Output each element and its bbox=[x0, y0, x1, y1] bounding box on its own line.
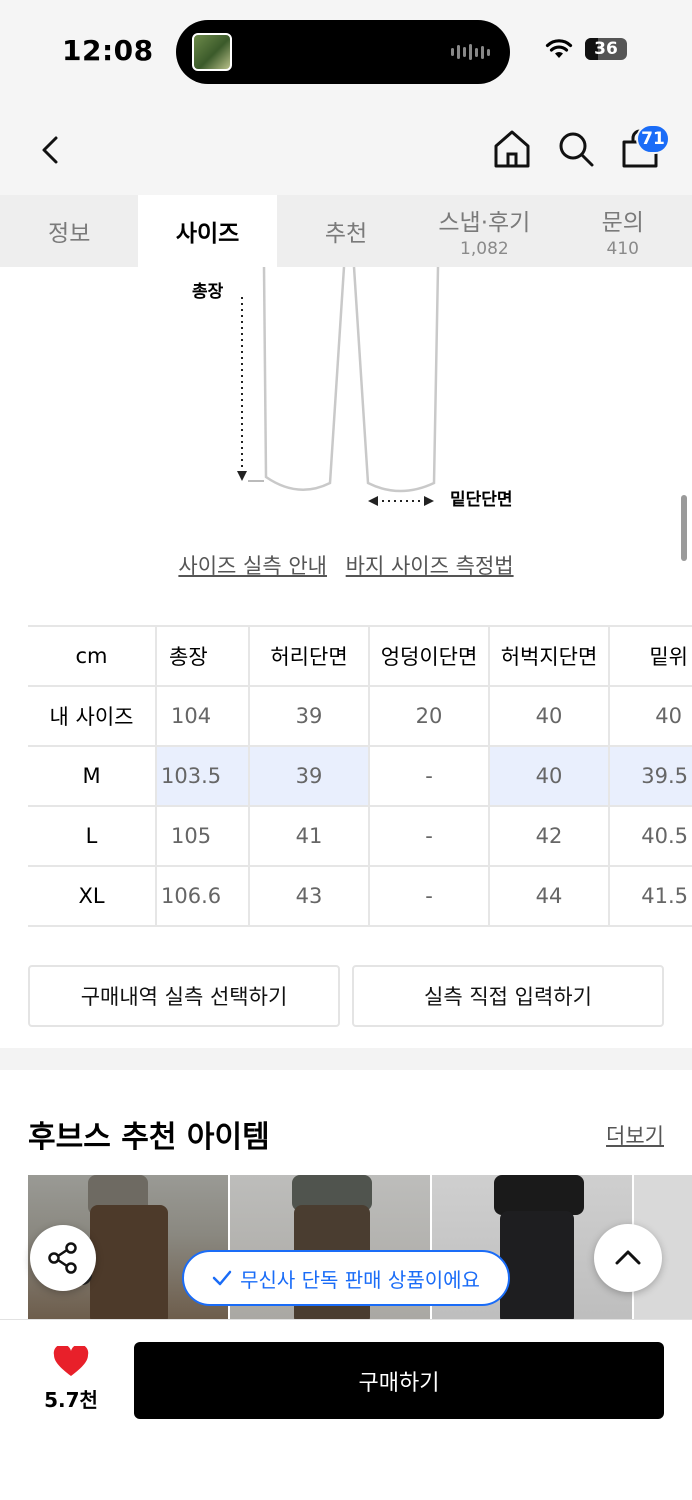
table-header-cell: 허벅지단면 bbox=[489, 625, 610, 686]
search-icon[interactable] bbox=[556, 128, 596, 170]
row-label: 내 사이즈 bbox=[28, 685, 157, 746]
section-divider bbox=[0, 1048, 692, 1070]
table-cell: 105 bbox=[156, 805, 250, 866]
back-arrow-icon[interactable] bbox=[34, 130, 68, 170]
table-cell: 104 bbox=[156, 685, 250, 746]
product-tabs: 정보 사이즈 추천 스냅·후기 1,082 문의 410 bbox=[0, 195, 692, 267]
tab-label: 사이즈 bbox=[175, 221, 240, 247]
top-nav bbox=[0, 100, 692, 195]
home-icon[interactable] bbox=[492, 128, 532, 170]
check-icon bbox=[212, 1270, 232, 1286]
tab-label: 추천 bbox=[324, 221, 368, 247]
tab-label: 정보 bbox=[48, 221, 91, 247]
scroll-to-top-button[interactable] bbox=[594, 1224, 662, 1292]
select-purchase-history-button[interactable]: 구매내역 실측 선택하기 bbox=[28, 965, 340, 1027]
purchase-bar: 5.7천 구매하기 bbox=[0, 1320, 692, 1500]
battery-indicator: 36 bbox=[585, 38, 627, 60]
pants-measure-illustration: 총장 밑단단면 bbox=[0, 266, 692, 527]
hem-width-label: 밑단단면 bbox=[450, 490, 513, 510]
table-row: 내 사이즈 104 39 20 40 40 bbox=[28, 685, 692, 746]
table-cell: 44 bbox=[489, 865, 610, 927]
chevron-up-icon bbox=[615, 1250, 641, 1265]
table-cell: - bbox=[369, 865, 490, 927]
measure-actions: 구매내역 실측 선택하기 실측 직접 입력하기 bbox=[28, 965, 664, 1027]
manual-measure-input-button[interactable]: 실측 직접 입력하기 bbox=[352, 965, 664, 1027]
table-row: L 105 41 - 42 40.5 bbox=[28, 805, 692, 866]
product-page: 12:08 36 71 정보 사이즈 추천 스냅·후기 1,082 문의 410… bbox=[0, 0, 692, 1500]
table-header-cell: 허리단면 bbox=[249, 625, 370, 686]
tab-inquiry[interactable]: 문의 410 bbox=[554, 195, 692, 267]
table-cell: 39 bbox=[249, 745, 370, 806]
table-cell: - bbox=[369, 745, 490, 806]
size-measure-guide-link[interactable]: 사이즈 실측 안내 bbox=[178, 554, 327, 578]
table-cell: 106.6 bbox=[156, 865, 250, 927]
table-row: XL 106.6 43 - 44 41.5 bbox=[28, 865, 692, 927]
total-length-label: 총장 bbox=[192, 282, 224, 302]
table-header-cell: 밑위 bbox=[609, 625, 692, 686]
table-cell: - bbox=[369, 805, 490, 866]
table-cell: 40 bbox=[489, 745, 610, 806]
row-label: M bbox=[28, 745, 157, 806]
table-header-row: cm 총장 허리단면 엉덩이단면 허벅지단면 밑위 bbox=[28, 625, 692, 686]
table-header-cell: cm bbox=[28, 625, 157, 686]
table-cell: 103.5 bbox=[156, 745, 250, 806]
table-header-cell: 총장 bbox=[156, 625, 250, 686]
table-row: M 103.5 39 - 40 39.5 bbox=[28, 745, 692, 806]
row-label: L bbox=[28, 805, 157, 866]
status-time: 12:08 bbox=[62, 34, 154, 67]
pants-measure-method-link[interactable]: 바지 사이즈 측정법 bbox=[346, 554, 514, 578]
tab-count: 410 bbox=[606, 239, 639, 259]
share-button[interactable] bbox=[30, 1225, 96, 1291]
tab-snap-review[interactable]: 스냅·후기 1,082 bbox=[415, 195, 553, 267]
table-header-cell: 엉덩이단면 bbox=[369, 625, 490, 686]
table-cell: 40 bbox=[489, 685, 610, 746]
tab-label: 스냅·후기 bbox=[438, 210, 531, 236]
size-table: cm 총장 허리단면 엉덩이단면 허벅지단면 밑위 내 사이즈 104 39 2… bbox=[28, 625, 692, 927]
like-count: 5.7천 bbox=[44, 1388, 98, 1412]
table-cell: 42 bbox=[489, 805, 610, 866]
heart-icon bbox=[53, 1344, 89, 1376]
share-icon bbox=[48, 1242, 77, 1274]
cart-count-badge: 71 bbox=[636, 124, 670, 154]
table-cell: 20 bbox=[369, 685, 490, 746]
table-cell: 39.5 bbox=[609, 745, 692, 806]
wifi-icon bbox=[545, 39, 573, 58]
tab-count: 1,082 bbox=[460, 239, 509, 259]
tab-recommend[interactable]: 추천 bbox=[277, 195, 415, 267]
table-cell: 41.5 bbox=[609, 865, 692, 927]
now-playing-thumbnail bbox=[192, 33, 232, 71]
audio-wave-icon bbox=[451, 44, 490, 60]
status-bar: 12:08 36 bbox=[0, 0, 692, 100]
like-button[interactable]: 5.7천 bbox=[36, 1344, 106, 1413]
table-cell: 39 bbox=[249, 685, 370, 746]
table-cell: 40 bbox=[609, 685, 692, 746]
tab-info[interactable]: 정보 bbox=[0, 195, 138, 267]
buy-button[interactable]: 구매하기 bbox=[134, 1342, 664, 1419]
recommend-section-title: 후브스 추천 아이템 bbox=[28, 1120, 270, 1155]
tab-label: 문의 bbox=[601, 210, 644, 236]
row-label: XL bbox=[28, 865, 157, 927]
table-cell: 41 bbox=[249, 805, 370, 866]
exclusive-sale-badge[interactable]: 무신사 단독 판매 상품이에요 bbox=[182, 1250, 510, 1306]
size-guide-links: 사이즈 실측 안내 바지 사이즈 측정법 bbox=[0, 550, 692, 580]
dynamic-island[interactable] bbox=[176, 20, 510, 84]
pants-diagram bbox=[237, 266, 440, 506]
table-cell: 40.5 bbox=[609, 805, 692, 866]
tab-size[interactable]: 사이즈 bbox=[138, 195, 277, 267]
see-more-link[interactable]: 더보기 bbox=[606, 1120, 664, 1150]
table-cell: 43 bbox=[249, 865, 370, 927]
exclusive-badge-text: 무신사 단독 판매 상품이에요 bbox=[240, 1267, 480, 1292]
